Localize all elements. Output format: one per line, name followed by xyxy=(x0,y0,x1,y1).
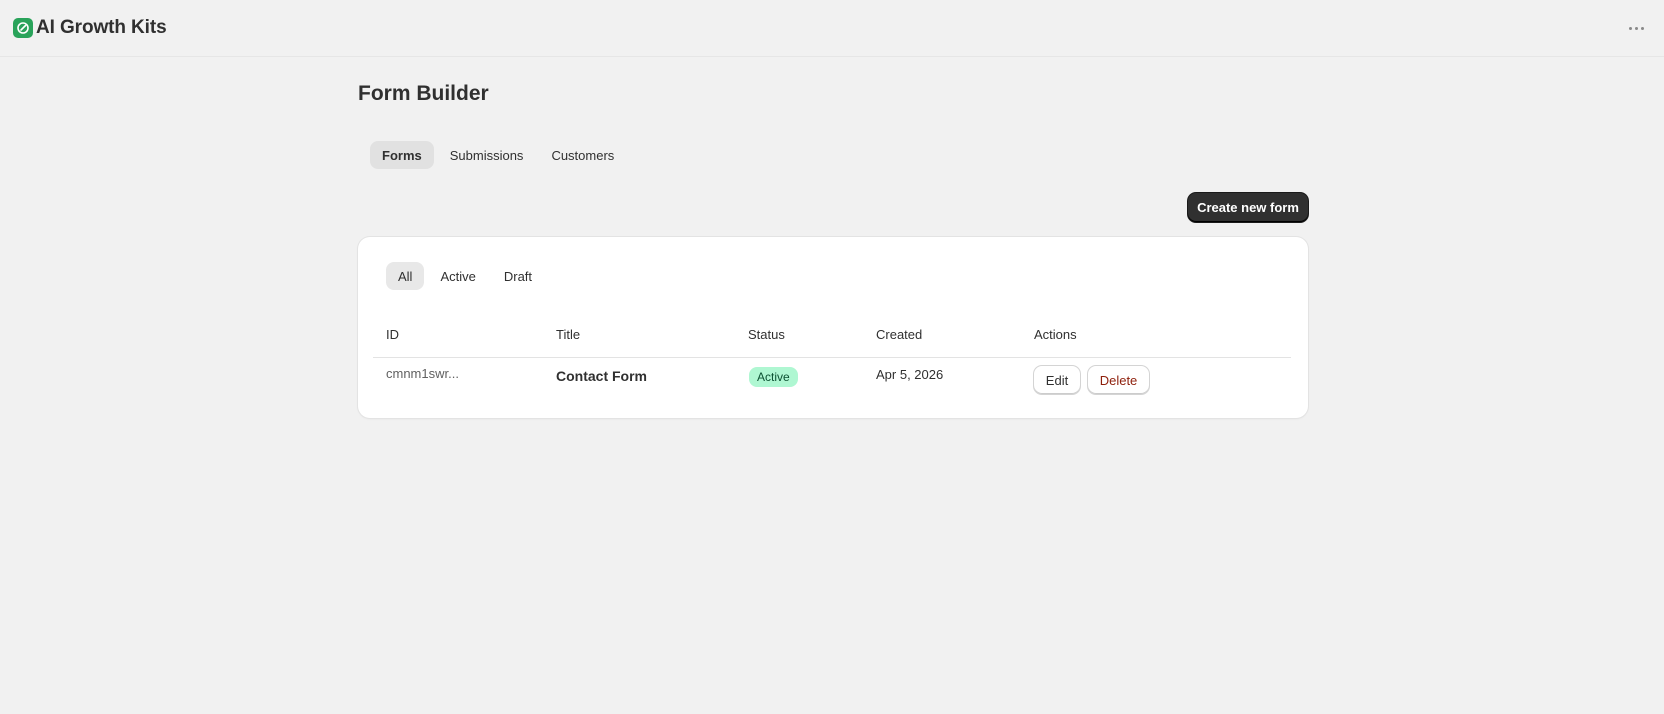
edit-button[interactable]: Edit xyxy=(1034,366,1080,394)
more-horizontal-icon[interactable] xyxy=(1624,16,1648,40)
tab-submissions[interactable]: Submissions xyxy=(438,141,536,169)
status-filters: All Active Draft xyxy=(386,262,544,290)
page-title: Form Builder xyxy=(358,82,489,105)
forms-card: All Active Draft ID Title Status Created… xyxy=(358,237,1308,418)
form-id: cmnm1swr... xyxy=(386,366,459,381)
tab-customers[interactable]: Customers xyxy=(539,141,626,169)
column-header-status: Status xyxy=(748,327,785,342)
filter-all[interactable]: All xyxy=(386,262,425,290)
filter-draft[interactable]: Draft xyxy=(492,262,544,290)
top-bar: AI Growth Kits xyxy=(0,0,1664,57)
table-header-divider xyxy=(373,357,1291,358)
column-header-id: ID xyxy=(386,327,399,342)
app-logo-icon xyxy=(13,18,33,38)
tab-forms[interactable]: Forms xyxy=(370,141,434,169)
app-title: AI Growth Kits xyxy=(36,17,167,38)
main-tabs: Forms Submissions Customers xyxy=(370,141,626,169)
status-badge: Active xyxy=(749,367,798,387)
create-new-form-button[interactable]: Create new form xyxy=(1188,193,1308,222)
column-header-title: Title xyxy=(556,327,581,342)
column-header-created: Created xyxy=(876,327,923,342)
filter-active[interactable]: Active xyxy=(428,262,487,290)
delete-button[interactable]: Delete xyxy=(1088,366,1149,394)
form-title: Contact Form xyxy=(556,368,647,384)
created-date: Apr 5, 2026 xyxy=(876,367,944,382)
column-header-actions: Actions xyxy=(1034,327,1077,342)
